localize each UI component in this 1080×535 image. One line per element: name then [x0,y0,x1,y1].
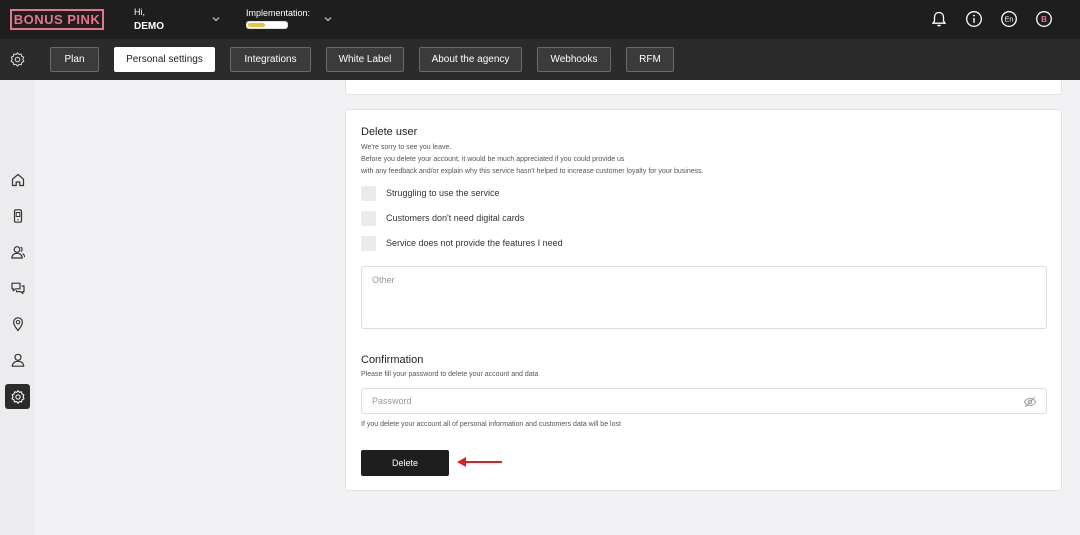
reason-label-struggling: Struggling to use the service [386,188,500,198]
tab-plan[interactable]: Plan [50,47,99,72]
language-icon[interactable]: En [1000,10,1018,28]
reason-label-digital-cards: Customers don't need digital cards [386,213,525,223]
language-text: En [1005,17,1014,24]
password-input[interactable] [362,389,1046,413]
delete-user-line2: Before you delete your account, it would… [361,156,625,163]
users-icon [10,245,25,259]
bell-icon[interactable] [930,10,948,28]
previous-section-panel [345,80,1062,95]
progress-fill [248,23,266,27]
gear-icon [10,389,25,404]
chevron-down-icon[interactable] [210,13,222,25]
tab-webhooks[interactable]: Webhooks [537,47,611,72]
user-greeting: Hi, DEMO [134,8,164,32]
phone-icon [13,208,22,223]
home-icon [11,173,24,186]
top-bar: BONUS PINK Hi, DEMO Implementation: En B [0,0,1080,39]
sidebar-item-messages[interactable] [5,275,30,300]
avatar[interactable]: B [1035,10,1053,28]
logo[interactable]: BONUS PINK [10,9,104,30]
sidebar-item-cards[interactable] [5,203,30,228]
delete-user-line3: with any feedback and/or explain why thi… [361,168,704,175]
reason-label-features: Service does not provide the features I … [386,238,563,248]
sidebar-item-profile[interactable] [5,347,30,372]
location-pin-icon [12,316,23,331]
implementation-progress [246,21,288,29]
implementation-chevron-icon[interactable] [322,13,334,25]
delete-user-panel: Delete user We're sorry to see you leave… [345,109,1062,491]
sidebar-item-settings[interactable] [5,384,30,409]
settings-gear-icon[interactable] [9,51,26,68]
reason-checkbox-struggling[interactable] [361,186,376,201]
arrow-left-icon [457,457,502,467]
confirmation-subtitle: Please fill your password to delete your… [361,371,539,378]
other-feedback-textarea[interactable] [361,266,1047,329]
tab-rfm[interactable]: RFM [626,47,674,72]
chat-icon [10,282,25,294]
eye-off-icon[interactable] [1023,395,1037,409]
user-icon [11,353,24,367]
delete-button[interactable]: Delete [361,450,449,476]
avatar-letter: B [1041,15,1047,24]
delete-user-title: Delete user [361,126,418,138]
sidebar [0,80,35,535]
tab-bar: Plan Personal settings Integrations Whit… [0,39,1080,80]
tab-about-the-agency[interactable]: About the agency [419,47,522,72]
sidebar-item-customers[interactable] [5,239,30,264]
delete-user-line1: We're sorry to see you leave. [361,144,452,151]
implementation-label: Implementation: [246,8,311,18]
info-icon[interactable] [965,10,983,28]
confirmation-title: Confirmation [361,354,424,366]
data-loss-warning: If you delete your account all of person… [361,421,621,428]
tab-integrations[interactable]: Integrations [230,47,311,72]
password-field-wrapper [361,388,1047,414]
tab-white-label[interactable]: White Label [326,47,404,72]
sidebar-item-locations[interactable] [5,311,30,336]
greeting-text: Hi, [134,7,145,17]
user-name: DEMO [134,21,164,32]
sidebar-item-home[interactable] [5,167,30,192]
tab-personal-settings[interactable]: Personal settings [114,47,215,72]
reason-checkbox-features[interactable] [361,236,376,251]
reason-checkbox-digital-cards[interactable] [361,211,376,226]
